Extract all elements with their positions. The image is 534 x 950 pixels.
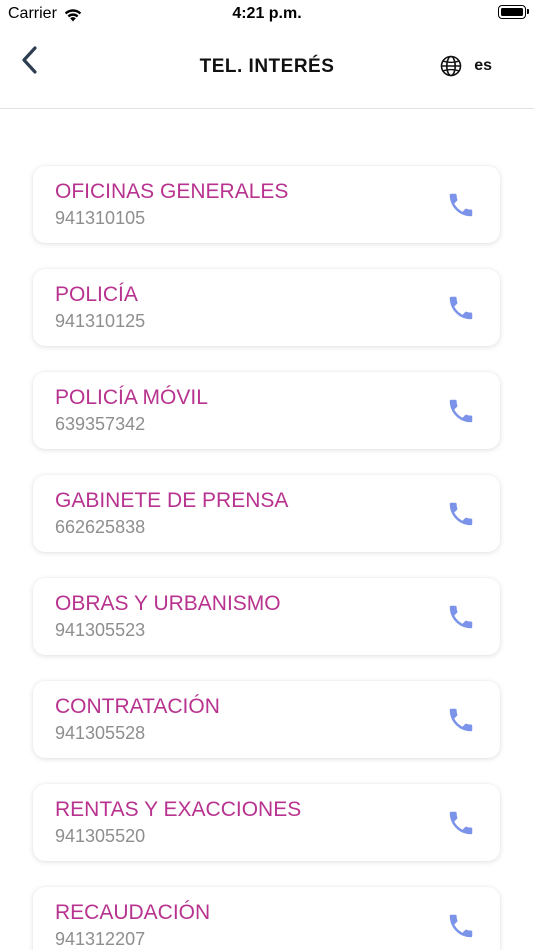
- contact-card[interactable]: OFICINAS GENERALES 941310105: [33, 166, 500, 243]
- contact-name: OFICINAS GENERALES: [55, 180, 289, 203]
- contact-phone: 662625838: [55, 517, 146, 537]
- phone-icon[interactable]: [446, 911, 476, 941]
- contact-name: CONTRATACIÓN: [55, 695, 220, 718]
- phone-icon[interactable]: [446, 808, 476, 838]
- screen: Carrier 4:21 p.m. TEL. INTERÉS es OFICIN…: [0, 0, 534, 950]
- phone-icon[interactable]: [446, 293, 476, 323]
- language-code: es: [474, 57, 492, 74]
- globe-icon: [440, 55, 462, 77]
- contact-card[interactable]: OBRAS Y URBANISMO 941305523: [33, 578, 500, 655]
- contact-phone: 941305523: [55, 620, 146, 640]
- contact-phone: 941305528: [55, 723, 146, 743]
- contact-card[interactable]: RENTAS Y EXACCIONES 941305520: [33, 784, 500, 861]
- phone-icon[interactable]: [446, 499, 476, 529]
- phone-icon[interactable]: [446, 602, 476, 632]
- status-time: 4:21 p.m.: [232, 5, 302, 22]
- contact-phone: 941305520: [55, 826, 146, 846]
- contact-card[interactable]: POLICÍA MÓVIL 639357342: [33, 372, 500, 449]
- contact-name: OBRAS Y URBANISMO: [55, 592, 281, 615]
- contact-card[interactable]: GABINETE DE PRENSA 662625838: [33, 475, 500, 552]
- contact-list: OFICINAS GENERALES 941310105 POLICÍA 941…: [33, 166, 500, 950]
- navigation-header: TEL. INTERÉS es: [0, 28, 534, 109]
- contact-phone: 639357342: [55, 414, 146, 434]
- contact-name: POLICÍA MÓVIL: [55, 386, 208, 409]
- contact-card[interactable]: CONTRATACIÓN 941305528: [33, 681, 500, 758]
- phone-icon[interactable]: [446, 396, 476, 426]
- contact-phone: 941310125: [55, 311, 146, 331]
- contact-card[interactable]: POLICÍA 941310125: [33, 269, 500, 346]
- phone-icon[interactable]: [446, 190, 476, 220]
- battery-icon: [498, 5, 529, 19]
- contact-card[interactable]: RECAUDACIÓN 941312207: [33, 887, 500, 950]
- language-switcher[interactable]: es: [440, 55, 492, 77]
- phone-icon[interactable]: [446, 705, 476, 735]
- contact-name: RECAUDACIÓN: [55, 901, 211, 924]
- contact-name: RENTAS Y EXACCIONES: [55, 798, 302, 821]
- contact-phone: 941312207: [55, 929, 146, 949]
- status-bar: Carrier 4:21 p.m.: [0, 0, 534, 28]
- contact-name: GABINETE DE PRENSA: [55, 489, 289, 512]
- contact-name: POLICÍA: [55, 283, 138, 306]
- contact-phone: 941310105: [55, 208, 146, 228]
